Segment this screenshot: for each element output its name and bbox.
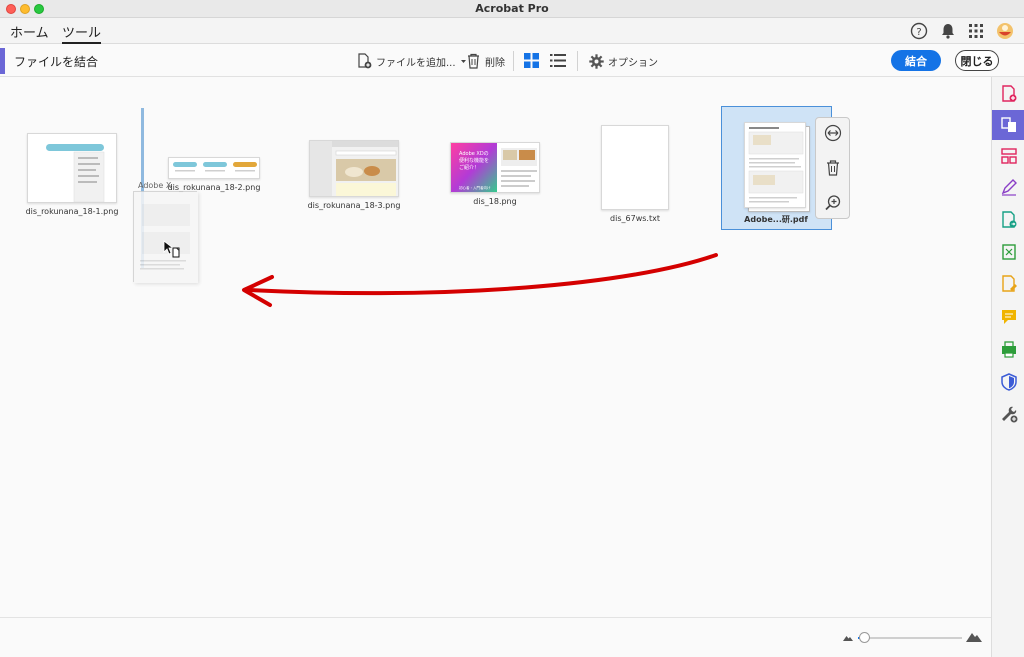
export-pdf-icon [1001, 211, 1016, 228]
thumbnail-image [602, 126, 668, 209]
thumbnail-image [310, 141, 398, 196]
help-icon[interactable]: ? [910, 22, 928, 40]
add-files-label: ファイルを追加... [376, 57, 456, 69]
user-avatar-icon[interactable] [996, 22, 1014, 40]
acrobat-window: Acrobat Pro ホーム ツール ? ファイルを結合 ファイルを追加...… [0, 0, 1024, 657]
file-name: dis_rokunana_18-3.png [307, 201, 401, 210]
file-name: dis_rokunana_18-1.png [25, 207, 119, 216]
file-thumbnail[interactable] [27, 133, 117, 203]
compress-pdf-icon [1001, 244, 1016, 260]
file-name: Adobe...研.pdf [744, 215, 808, 224]
sidebar-item-fill-sign[interactable] [992, 172, 1024, 202]
file-thumbnail[interactable] [601, 125, 669, 210]
apps-grid-icon[interactable] [967, 22, 985, 40]
file-name: dis_18.png [473, 197, 517, 206]
thumbnail-image: Adobe XDの 便利な機能を ご紹介！ 初心者・入門者向け [451, 143, 539, 192]
sidebar-item-edit-pdf[interactable] [992, 269, 1024, 299]
options-label: オプション [608, 57, 658, 69]
sidebar-item-comment[interactable] [992, 302, 1024, 332]
xd-footer-text: 初心者・入門者向け [459, 185, 491, 190]
tab-bar: ホーム ツール ? [0, 18, 1024, 44]
comment-icon [1001, 310, 1016, 324]
sidebar-item-create-pdf[interactable] [992, 79, 1024, 109]
edit-pdf-icon [1001, 275, 1017, 292]
fill-sign-pen-icon [1001, 179, 1017, 196]
organize-pages-icon [1000, 148, 1017, 164]
zoom-in-mountain-icon[interactable] [966, 630, 982, 642]
delete-label: 削除 [485, 57, 505, 69]
options-button[interactable]: オプション [589, 52, 658, 70]
zoom-in-icon[interactable] [824, 194, 842, 212]
tab-tools[interactable]: ツール [62, 22, 102, 44]
sidebar-item-export-pdf[interactable] [992, 205, 1024, 235]
zoom-slider-track[interactable] [858, 637, 962, 639]
window-title: Acrobat Pro [475, 2, 549, 15]
sidebar-item-compress-pdf[interactable] [992, 237, 1024, 267]
sidebar-item-scan[interactable] [992, 334, 1024, 364]
sidebar-item-more-tools[interactable] [992, 399, 1024, 429]
combine-toolbar: ファイルを結合 ファイルを追加... 削除 オプション [0, 44, 1024, 77]
xd-title-line-2: 便利な機能を [459, 157, 489, 164]
notification-bell-icon[interactable] [939, 22, 957, 40]
trash-icon [468, 53, 479, 69]
gear-icon [589, 53, 604, 69]
file-thumbnail[interactable] [309, 140, 399, 197]
tool-accent-bar [0, 48, 5, 74]
trash-icon[interactable] [824, 159, 842, 177]
file-name: dis_67ws.txt [610, 214, 660, 223]
thumbnail-image [745, 123, 805, 207]
zoom-out-mountain-icon[interactable] [843, 633, 853, 641]
thumbnail-image [28, 134, 116, 202]
drag-cursor-icon [163, 240, 180, 258]
toolbar-divider [577, 51, 578, 71]
file-thumbnail[interactable] [744, 122, 806, 208]
grid-view-icon[interactable] [524, 53, 539, 68]
wrench-add-icon [1001, 406, 1017, 423]
thumbnail-image [169, 158, 259, 178]
expand-pages-icon[interactable] [824, 124, 842, 142]
create-pdf-icon [1001, 85, 1016, 102]
add-files-button[interactable]: ファイルを追加... [356, 52, 467, 70]
title-bar: Acrobat Pro [0, 0, 1024, 18]
xd-title-line-3: ご紹介！ [459, 164, 479, 171]
list-view-icon[interactable] [550, 53, 566, 68]
file-thumbnail[interactable]: Adobe XDの 便利な機能を ご紹介！ 初心者・入門者向け [450, 142, 540, 193]
tab-home[interactable]: ホーム [10, 22, 49, 44]
shield-icon [1000, 373, 1017, 391]
tools-sidebar [991, 77, 1024, 657]
xd-title-line-1: Adobe XDの [459, 151, 489, 157]
red-annotation-arrow [242, 253, 718, 307]
ghost-image [134, 192, 198, 283]
combine-files-icon [1000, 117, 1016, 132]
file-thumbnail[interactable] [168, 157, 260, 179]
drag-ghost-label: Adobe X [138, 181, 172, 190]
toolbar-divider [513, 51, 514, 71]
drag-ghost-thumbnail [133, 191, 198, 283]
sidebar-item-combine-files[interactable] [992, 110, 1024, 140]
add-file-icon [358, 53, 372, 69]
scan-icon [1001, 341, 1016, 358]
close-tool-button[interactable]: 閉じる [955, 50, 999, 71]
sidebar-item-protect[interactable] [992, 367, 1024, 397]
tool-title: ファイルを結合 [14, 55, 99, 69]
sidebar-item-organize-pages[interactable] [992, 141, 1024, 171]
file-actions-panel [815, 117, 850, 219]
svg-text:?: ? [916, 27, 921, 38]
combine-button[interactable]: 結合 [891, 50, 941, 71]
delete-button[interactable]: 削除 [466, 52, 505, 70]
